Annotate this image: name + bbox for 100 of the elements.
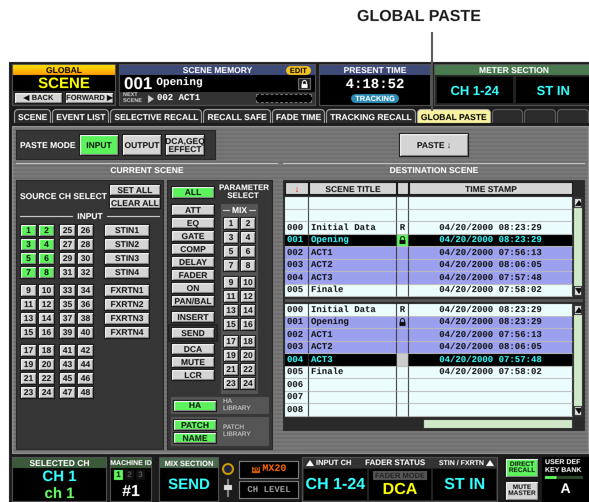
- mix-button[interactable]: 21: [223, 362, 239, 376]
- parameter-button[interactable]: DCA: [171, 342, 215, 355]
- library-button[interactable]: PATCH: [173, 419, 217, 432]
- tab[interactable]: SELECTIVE RECALL: [110, 109, 202, 123]
- mix-button[interactable]: 5: [223, 244, 239, 258]
- channel-button[interactable]: 7: [20, 266, 37, 279]
- column-header[interactable]: TIME STAMP: [409, 182, 573, 195]
- channel-button[interactable]: 37: [59, 312, 76, 325]
- scene-title-cell[interactable]: ACT1: [309, 247, 397, 260]
- channel-button[interactable]: 45: [59, 372, 76, 385]
- channel-button[interactable]: 35: [59, 298, 76, 311]
- channel-button[interactable]: 31: [59, 266, 76, 279]
- mix-button[interactable]: 7: [223, 258, 239, 272]
- channel-button[interactable]: 1: [20, 224, 37, 237]
- stereo-channel-button[interactable]: FXRTN1: [104, 284, 150, 297]
- channel-button[interactable]: 19: [20, 358, 37, 371]
- mix-button[interactable]: 1: [223, 216, 239, 230]
- paste-mode-button[interactable]: INPUT: [79, 134, 119, 156]
- tab[interactable]: GLOBAL PASTE: [416, 109, 491, 123]
- mix-button[interactable]: 14: [240, 304, 256, 317]
- channel-button[interactable]: 10: [38, 284, 55, 297]
- scene-title-cell[interactable]: [309, 379, 397, 392]
- stereo-channel-button[interactable]: STIN1: [104, 224, 150, 237]
- stereo-channel-button[interactable]: FXRTN2: [104, 298, 150, 311]
- tab[interactable]: FADE TIME: [272, 109, 326, 123]
- channel-button[interactable]: 14: [38, 312, 55, 325]
- scene-title-cell[interactable]: [309, 392, 397, 404]
- channel-button[interactable]: 33: [59, 284, 76, 297]
- channel-button[interactable]: 43: [59, 358, 76, 371]
- stereo-channel-button[interactable]: STIN2: [104, 238, 150, 251]
- scene-title-cell[interactable]: ACT2: [309, 342, 397, 354]
- paste-mode-button[interactable]: OUTPUT: [122, 134, 162, 156]
- scene-number-cell[interactable]: [285, 210, 309, 222]
- channel-button[interactable]: 39: [59, 326, 76, 339]
- mix-button[interactable]: 13: [223, 304, 239, 317]
- channel-button[interactable]: 41: [59, 344, 76, 357]
- scene-title-cell[interactable]: Finale: [309, 284, 397, 297]
- channel-button[interactable]: 38: [77, 312, 94, 325]
- channel-button[interactable]: 22: [38, 372, 55, 385]
- parameter-button[interactable]: GATE: [171, 230, 215, 242]
- channel-button[interactable]: 20: [38, 358, 55, 371]
- scene-title-cell[interactable]: [309, 197, 397, 210]
- channel-button[interactable]: 32: [77, 266, 94, 279]
- scene-number-cell[interactable]: 002: [285, 329, 309, 342]
- mix-button[interactable]: 24: [240, 376, 256, 390]
- scene-number-cell[interactable]: 000: [285, 222, 309, 234]
- channel-button[interactable]: 30: [77, 252, 94, 265]
- channel-button[interactable]: 26: [77, 224, 94, 237]
- channel-button[interactable]: 34: [77, 284, 94, 297]
- scene-number-cell[interactable]: 000: [285, 304, 309, 316]
- mix-button[interactable]: 6: [240, 244, 256, 258]
- scene-title-cell[interactable]: [309, 210, 397, 222]
- parameter-button[interactable]: PAN/BAL: [171, 294, 215, 307]
- scroll-bar[interactable]: [573, 197, 583, 297]
- stereo-channel-button[interactable]: STIN3: [104, 252, 150, 265]
- column-header[interactable]: SCENE TITLE: [309, 182, 397, 195]
- mix-button[interactable]: 8: [240, 258, 256, 272]
- channel-button[interactable]: 12: [38, 298, 55, 311]
- mix-button[interactable]: 2: [240, 216, 256, 230]
- paste-mode-button[interactable]: DCA,GEQ EFFECT: [165, 134, 205, 156]
- channel-button[interactable]: 8: [38, 266, 55, 279]
- channel-button[interactable]: 3: [20, 238, 37, 251]
- parameter-button[interactable]: MUTE: [171, 356, 215, 368]
- channel-button[interactable]: 48: [77, 386, 94, 399]
- channel-button[interactable]: 28: [77, 238, 94, 251]
- channel-button[interactable]: 36: [77, 298, 94, 311]
- parameter-button[interactable]: DELAY: [171, 256, 215, 268]
- channel-button[interactable]: 13: [20, 312, 37, 325]
- parameter-button[interactable]: LCR: [171, 368, 215, 381]
- mix-button[interactable]: 17: [223, 334, 239, 348]
- scene-number-cell[interactable]: 001: [285, 234, 309, 247]
- scene-number-cell[interactable]: 005: [285, 366, 309, 379]
- scene-number-cell[interactable]: 004: [285, 354, 309, 366]
- channel-button[interactable]: 42: [77, 344, 94, 357]
- channel-button[interactable]: 23: [20, 386, 37, 399]
- channel-button[interactable]: 16: [38, 326, 55, 339]
- scene-title-cell[interactable]: Finale: [309, 366, 397, 379]
- mix-button[interactable]: 11: [223, 290, 239, 303]
- mix-button[interactable]: 4: [240, 230, 256, 244]
- tab[interactable]: RECALL SAFE: [203, 109, 271, 123]
- channel-button[interactable]: 9: [20, 284, 37, 297]
- mix-button[interactable]: 10: [240, 276, 256, 289]
- channel-button[interactable]: 25: [59, 224, 76, 237]
- scene-number-cell[interactable]: 008: [285, 404, 309, 416]
- mix-button[interactable]: 23: [223, 376, 239, 390]
- parameter-button[interactable]: ATT: [171, 204, 215, 216]
- mix-button[interactable]: 9: [223, 276, 239, 289]
- scene-title-cell[interactable]: Initial Data: [309, 222, 397, 234]
- scene-number-cell[interactable]: 004: [285, 272, 309, 284]
- scroll-bar[interactable]: [573, 304, 583, 416]
- channel-button[interactable]: 4: [38, 238, 55, 251]
- channel-button[interactable]: 11: [20, 298, 37, 311]
- channel-button[interactable]: 15: [20, 326, 37, 339]
- mix-button[interactable]: 12: [240, 290, 256, 303]
- scene-title-cell[interactable]: ACT2: [309, 260, 397, 272]
- scene-title-cell[interactable]: ACT3: [309, 272, 397, 284]
- scene-title-cell[interactable]: Opening: [309, 234, 397, 247]
- scene-title-cell[interactable]: Opening: [309, 316, 397, 329]
- channel-button[interactable]: 24: [38, 386, 55, 399]
- scene-title-cell[interactable]: Initial Data: [309, 304, 397, 316]
